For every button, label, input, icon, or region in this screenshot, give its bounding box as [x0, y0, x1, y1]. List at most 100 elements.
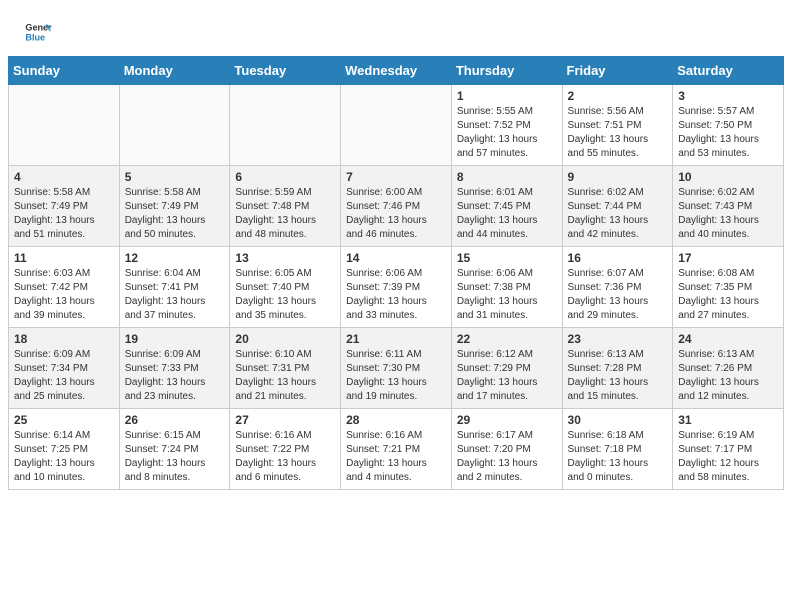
day-number: 25 [14, 413, 114, 427]
day-info: Sunrise: 6:13 AMSunset: 7:26 PMDaylight:… [678, 348, 778, 404]
col-header-tuesday: Tuesday [230, 57, 341, 85]
calendar-week-row: 4Sunrise: 5:58 AMSunset: 7:49 PMDaylight… [9, 166, 784, 247]
day-number: 10 [678, 170, 778, 184]
col-header-friday: Friday [562, 57, 673, 85]
calendar-cell [119, 85, 230, 166]
day-number: 18 [14, 332, 114, 346]
day-info: Sunrise: 6:04 AMSunset: 7:41 PMDaylight:… [125, 267, 225, 323]
day-info: Sunrise: 6:14 AMSunset: 7:25 PMDaylight:… [14, 429, 114, 485]
day-number: 8 [457, 170, 557, 184]
calendar-cell: 7 Sunrise: 6:00 AMSunset: 7:46 PMDaylight… [341, 166, 452, 247]
day-number: 27 [235, 413, 335, 427]
calendar-cell: 26 Sunrise: 6:15 AMSunset: 7:24 PMDayligh… [119, 409, 230, 490]
calendar-cell: 12 Sunrise: 6:04 AMSunset: 7:41 PMDayligh… [119, 247, 230, 328]
calendar-cell: 2Sunrise: 5:56 AMSunset: 7:51 PMDaylight… [562, 85, 673, 166]
calendar-cell: 16 Sunrise: 6:07 AMSunset: 7:36 PMDayligh… [562, 247, 673, 328]
calendar-cell: 9 Sunrise: 6:02 AMSunset: 7:44 PMDaylight… [562, 166, 673, 247]
day-number: 20 [235, 332, 335, 346]
day-number: 14 [346, 251, 446, 265]
day-info: Sunrise: 6:02 AMSunset: 7:43 PMDaylight:… [678, 186, 778, 242]
day-number: 31 [678, 413, 778, 427]
day-info: Sunrise: 6:00 AMSunset: 7:46 PMDaylight:… [346, 186, 446, 242]
day-info: Sunrise: 5:56 AMSunset: 7:51 PMDaylight:… [568, 105, 668, 161]
day-info: Sunrise: 6:06 AMSunset: 7:39 PMDaylight:… [346, 267, 446, 323]
day-number: 12 [125, 251, 225, 265]
calendar-cell: 29 Sunrise: 6:17 AMSunset: 7:20 PMDayligh… [451, 409, 562, 490]
day-info: Sunrise: 6:10 AMSunset: 7:31 PMDaylight:… [235, 348, 335, 404]
day-number: 1 [457, 89, 557, 103]
calendar-cell: 3Sunrise: 5:57 AMSunset: 7:50 PMDaylight… [673, 85, 784, 166]
day-info: Sunrise: 6:09 AMSunset: 7:34 PMDaylight:… [14, 348, 114, 404]
calendar-week-row: 11 Sunrise: 6:03 AMSunset: 7:42 PMDayligh… [9, 247, 784, 328]
day-number: 13 [235, 251, 335, 265]
calendar-week-row: 25 Sunrise: 6:14 AMSunset: 7:25 PMDayligh… [9, 409, 784, 490]
calendar-cell [9, 85, 120, 166]
day-info: Sunrise: 6:15 AMSunset: 7:24 PMDaylight:… [125, 429, 225, 485]
day-info: Sunrise: 6:02 AMSunset: 7:44 PMDaylight:… [568, 186, 668, 242]
calendar-cell: 30 Sunrise: 6:18 AMSunset: 7:18 PMDayligh… [562, 409, 673, 490]
day-info: Sunrise: 6:17 AMSunset: 7:20 PMDaylight:… [457, 429, 557, 485]
calendar-wrapper: SundayMondayTuesdayWednesdayThursdayFrid… [0, 56, 792, 498]
day-info: Sunrise: 6:07 AMSunset: 7:36 PMDaylight:… [568, 267, 668, 323]
day-number: 26 [125, 413, 225, 427]
day-number: 11 [14, 251, 114, 265]
day-info: Sunrise: 6:13 AMSunset: 7:28 PMDaylight:… [568, 348, 668, 404]
calendar-week-row: 18 Sunrise: 6:09 AMSunset: 7:34 PMDayligh… [9, 328, 784, 409]
header: General Blue [0, 0, 792, 56]
day-number: 24 [678, 332, 778, 346]
day-info: Sunrise: 5:58 AMSunset: 7:49 PMDaylight:… [14, 186, 114, 242]
calendar-cell: 19Sunrise: 6:09 AMSunset: 7:33 PMDayligh… [119, 328, 230, 409]
day-number: 29 [457, 413, 557, 427]
col-header-sunday: Sunday [9, 57, 120, 85]
calendar-cell: 4Sunrise: 5:58 AMSunset: 7:49 PMDaylight… [9, 166, 120, 247]
calendar-cell [341, 85, 452, 166]
calendar-cell: 23 Sunrise: 6:13 AMSunset: 7:28 PMDayligh… [562, 328, 673, 409]
calendar-cell: 14 Sunrise: 6:06 AMSunset: 7:39 PMDayligh… [341, 247, 452, 328]
day-number: 22 [457, 332, 557, 346]
calendar-cell: 10 Sunrise: 6:02 AMSunset: 7:43 PMDayligh… [673, 166, 784, 247]
day-number: 16 [568, 251, 668, 265]
calendar-cell: 6Sunrise: 5:59 AMSunset: 7:48 PMDaylight… [230, 166, 341, 247]
calendar-header-row: SundayMondayTuesdayWednesdayThursdayFrid… [9, 57, 784, 85]
calendar-cell: 22 Sunrise: 6:12 AMSunset: 7:29 PMDayligh… [451, 328, 562, 409]
day-number: 23 [568, 332, 668, 346]
day-info: Sunrise: 5:58 AMSunset: 7:49 PMDaylight:… [125, 186, 225, 242]
calendar-week-row: 1 Sunrise: 5:55 AMSunset: 7:52 PMDaylight… [9, 85, 784, 166]
day-number: 17 [678, 251, 778, 265]
calendar-cell: 28Sunrise: 6:16 AMSunset: 7:21 PMDayligh… [341, 409, 452, 490]
col-header-saturday: Saturday [673, 57, 784, 85]
calendar-cell [230, 85, 341, 166]
day-number: 9 [568, 170, 668, 184]
day-info: Sunrise: 6:06 AMSunset: 7:38 PMDaylight:… [457, 267, 557, 323]
day-number: 7 [346, 170, 446, 184]
svg-text:Blue: Blue [25, 32, 45, 42]
calendar-cell: 31 Sunrise: 6:19 AMSunset: 7:17 PMDayligh… [673, 409, 784, 490]
calendar-table: SundayMondayTuesdayWednesdayThursdayFrid… [8, 56, 784, 490]
day-info: Sunrise: 5:55 AMSunset: 7:52 PMDaylight:… [457, 105, 557, 161]
calendar-cell: 1 Sunrise: 5:55 AMSunset: 7:52 PMDaylight… [451, 85, 562, 166]
day-info: Sunrise: 6:03 AMSunset: 7:42 PMDaylight:… [14, 267, 114, 323]
day-info: Sunrise: 6:18 AMSunset: 7:18 PMDaylight:… [568, 429, 668, 485]
calendar-cell: 20 Sunrise: 6:10 AMSunset: 7:31 PMDayligh… [230, 328, 341, 409]
calendar-cell: 24 Sunrise: 6:13 AMSunset: 7:26 PMDayligh… [673, 328, 784, 409]
calendar-cell: 17 Sunrise: 6:08 AMSunset: 7:35 PMDayligh… [673, 247, 784, 328]
day-number: 6 [235, 170, 335, 184]
day-info: Sunrise: 6:08 AMSunset: 7:35 PMDaylight:… [678, 267, 778, 323]
day-info: Sunrise: 6:16 AMSunset: 7:22 PMDaylight:… [235, 429, 335, 485]
calendar-cell: 5 Sunrise: 5:58 AMSunset: 7:49 PMDaylight… [119, 166, 230, 247]
col-header-monday: Monday [119, 57, 230, 85]
day-info: Sunrise: 6:01 AMSunset: 7:45 PMDaylight:… [457, 186, 557, 242]
day-info: Sunrise: 6:12 AMSunset: 7:29 PMDaylight:… [457, 348, 557, 404]
day-number: 15 [457, 251, 557, 265]
day-info: Sunrise: 6:19 AMSunset: 7:17 PMDaylight:… [678, 429, 778, 485]
day-info: Sunrise: 6:09 AMSunset: 7:33 PMDaylight:… [125, 348, 225, 404]
day-number: 5 [125, 170, 225, 184]
col-header-thursday: Thursday [451, 57, 562, 85]
logo: General Blue [24, 18, 52, 46]
day-number: 21 [346, 332, 446, 346]
col-header-wednesday: Wednesday [341, 57, 452, 85]
day-number: 30 [568, 413, 668, 427]
calendar-cell: 15 Sunrise: 6:06 AMSunset: 7:38 PMDayligh… [451, 247, 562, 328]
logo-icon: General Blue [24, 18, 52, 46]
calendar-cell: 11 Sunrise: 6:03 AMSunset: 7:42 PMDayligh… [9, 247, 120, 328]
